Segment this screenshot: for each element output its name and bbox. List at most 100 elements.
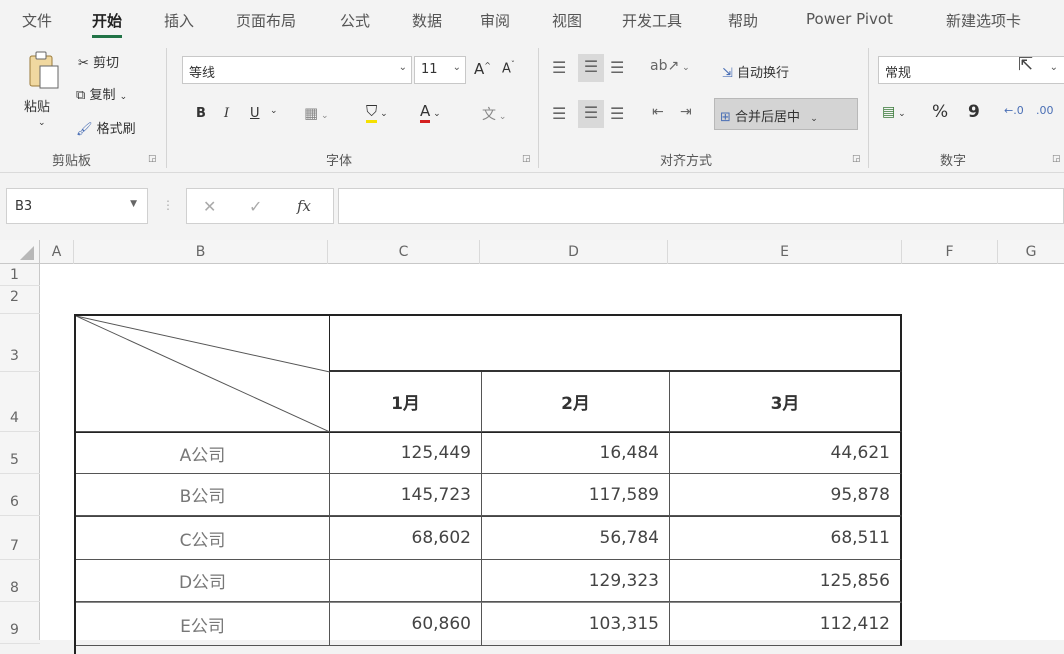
worksheet[interactable]: 1月 2月 3月 A公司 125,449 16,484 44,621 B公司 1… xyxy=(40,264,1064,654)
row-header-7[interactable]: 7 xyxy=(0,516,40,560)
ribbon-tabs: 文件 开始 插入 页面布局 公式 数据 审阅 视图 开发工具 帮助 Power … xyxy=(0,0,1064,40)
tab-new-tab[interactable]: 新建选项卡 xyxy=(946,10,1021,31)
align-left-button[interactable]: ☰ xyxy=(552,104,566,123)
italic-button[interactable]: I xyxy=(224,106,229,121)
tab-review[interactable]: 审阅 xyxy=(480,10,510,31)
value-cell[interactable]: 44,621 xyxy=(670,432,902,474)
paste-button[interactable] xyxy=(24,50,64,94)
cancel-icon[interactable]: ✕ xyxy=(203,197,216,216)
alignment-launcher-icon[interactable]: ◲ xyxy=(852,154,861,164)
company-name-cell[interactable]: A公司 xyxy=(76,432,330,474)
confirm-icon[interactable]: ✓ xyxy=(249,197,262,216)
align-right-button[interactable]: ☰ xyxy=(610,104,624,123)
tab-data[interactable]: 数据 xyxy=(412,10,442,31)
value-cell[interactable]: 60,860 xyxy=(330,602,482,646)
tab-formulas[interactable]: 公式 xyxy=(340,10,370,31)
company-name-cell[interactable]: C公司 xyxy=(76,516,330,560)
align-bottom-button[interactable]: ☰ xyxy=(610,58,624,77)
month-header[interactable]: 2月 xyxy=(482,372,670,432)
tab-page-layout[interactable]: 页面布局 xyxy=(236,10,296,31)
column-header-a[interactable]: A xyxy=(40,240,74,264)
month-header[interactable]: 1月 xyxy=(330,372,482,432)
value-cell[interactable]: 95,878 xyxy=(670,474,902,516)
value-cell[interactable]: 68,602 xyxy=(330,516,482,560)
value-cell[interactable]: 16,484 xyxy=(482,432,670,474)
column-header-c[interactable]: C xyxy=(328,240,480,264)
value-cell[interactable]: 145,723 xyxy=(330,474,482,516)
border-button[interactable]: ▦ ⌄ xyxy=(304,104,329,122)
wrap-text-button[interactable]: ⇲ 自动换行 xyxy=(722,62,789,81)
diagonal-header-cell[interactable] xyxy=(76,316,330,432)
select-all-button[interactable] xyxy=(0,240,40,264)
tab-insert[interactable]: 插入 xyxy=(164,10,194,31)
tab-help[interactable]: 帮助 xyxy=(728,10,758,31)
column-header-f[interactable]: F xyxy=(902,240,998,264)
underline-dropdown-icon[interactable]: ⌄ xyxy=(270,106,278,116)
value-cell[interactable]: 103,315 xyxy=(482,602,670,646)
tab-home[interactable]: 开始 xyxy=(92,10,123,38)
name-box[interactable]: B3 ▼ xyxy=(6,188,148,224)
column-header-d[interactable]: D xyxy=(480,240,668,264)
row-header-3[interactable]: 3 xyxy=(0,314,40,372)
increase-decimal-button[interactable]: ←.0 xyxy=(1004,104,1024,117)
row-header-2[interactable]: 2 xyxy=(0,286,40,314)
tab-file[interactable]: 文件 xyxy=(22,10,52,31)
value-cell[interactable]: 125,856 xyxy=(670,560,902,602)
font-size-select[interactable]: 11 ⌄ xyxy=(414,56,466,84)
bold-button[interactable]: B xyxy=(196,106,206,121)
tab-power-pivot[interactable]: Power Pivot xyxy=(806,10,893,28)
row-header-4[interactable]: 4 xyxy=(0,372,40,432)
column-header-e[interactable]: E xyxy=(668,240,902,264)
increase-font-button[interactable]: A^ xyxy=(474,60,491,78)
value-cell[interactable]: 117,589 xyxy=(482,474,670,516)
ribbon: 粘贴 ⌄ ✂ 剪切 ⧉ 复制 ⌄ 🖌 格式刷 剪贴板 ◲ 等线 ⌄ 11 ⌄ A… xyxy=(0,40,1064,173)
paste-dropdown-icon[interactable]: ⌄ xyxy=(38,118,46,128)
copy-button[interactable]: ⧉ 复制 ⌄ xyxy=(76,84,127,103)
underline-button[interactable]: U xyxy=(250,106,260,121)
row-header-5[interactable]: 5 xyxy=(0,432,40,474)
company-name-cell[interactable]: D公司 xyxy=(76,560,330,602)
align-top-button[interactable]: ☰ xyxy=(552,58,566,77)
tab-view[interactable]: 视图 xyxy=(552,10,582,31)
merged-header-cell[interactable] xyxy=(330,316,902,372)
value-cell[interactable] xyxy=(330,560,482,602)
font-name-value: 等线 xyxy=(189,66,216,81)
month-header[interactable]: 3月 xyxy=(670,372,902,432)
column-header-b[interactable]: B xyxy=(74,240,328,264)
align-middle-button[interactable]: ☰ xyxy=(578,54,604,82)
cut-button[interactable]: ✂ 剪切 xyxy=(78,52,119,71)
value-cell[interactable]: 68,511 xyxy=(670,516,902,560)
fill-color-button[interactable]: ⛉ ⌄ xyxy=(366,102,388,123)
accounting-format-button[interactable]: ▤ ⌄ xyxy=(882,104,906,120)
comma-style-button[interactable]: 9 xyxy=(968,102,980,122)
company-name-cell[interactable]: E公司 xyxy=(76,602,330,646)
font-name-select[interactable]: 等线 ⌄ xyxy=(182,56,412,84)
orientation-button[interactable]: ab↗ ⌄ xyxy=(650,58,690,74)
number-format-select[interactable]: 常规 ⌄ xyxy=(878,56,1064,84)
row-header-8[interactable]: 8 xyxy=(0,560,40,602)
align-center-button[interactable]: ☰ xyxy=(578,100,604,128)
font-launcher-icon[interactable]: ◲ xyxy=(522,154,531,164)
phonetic-button[interactable]: 文 ⌄ xyxy=(482,104,506,124)
percent-button[interactable]: % xyxy=(932,102,948,122)
row-header-6[interactable]: 6 xyxy=(0,474,40,516)
decrease-decimal-button[interactable]: .00 xyxy=(1036,104,1054,117)
formula-input[interactable] xyxy=(338,188,1064,224)
column-header-g[interactable]: G xyxy=(998,240,1064,264)
row-header-9[interactable]: 9 xyxy=(0,602,40,644)
tab-developer[interactable]: 开发工具 xyxy=(622,10,682,31)
decrease-font-button[interactable]: Aˇ xyxy=(502,60,515,76)
format-painter-button[interactable]: 🖌 格式刷 xyxy=(76,118,136,137)
number-launcher-icon[interactable]: ◲ xyxy=(1052,154,1061,164)
value-cell[interactable]: 56,784 xyxy=(482,516,670,560)
font-color-button[interactable]: A ⌄ xyxy=(420,102,441,123)
value-cell[interactable]: 129,323 xyxy=(482,560,670,602)
company-name-cell[interactable]: B公司 xyxy=(76,474,330,516)
value-cell[interactable]: 125,449 xyxy=(330,432,482,474)
row-header-1[interactable]: 1 xyxy=(0,264,40,286)
value-cell[interactable]: 112,412 xyxy=(670,602,902,646)
clipboard-launcher-icon[interactable]: ◲ xyxy=(148,154,157,164)
increase-indent-button[interactable]: ⇥ xyxy=(680,104,692,120)
decrease-indent-button[interactable]: ⇤ xyxy=(652,104,664,120)
insert-function-icon[interactable]: fx xyxy=(297,197,311,215)
